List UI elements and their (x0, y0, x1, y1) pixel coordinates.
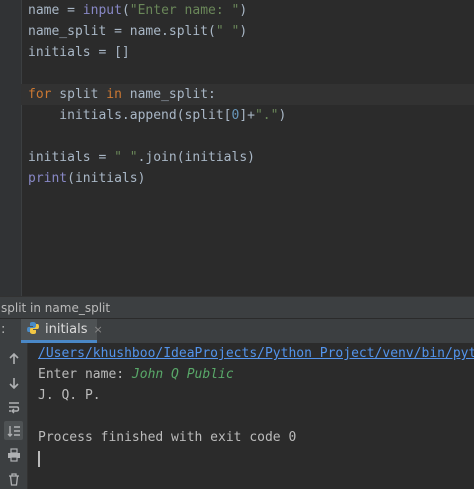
console-exit-message: Process finished with exit code 0 (38, 430, 297, 445)
run-label: : (1, 322, 6, 337)
code-keyword: in (106, 87, 122, 102)
code-builtin: input (82, 3, 122, 18)
console-output[interactable]: /Users/khushboo/IdeaProjects/Python Proj… (28, 343, 474, 489)
breadcrumb-item[interactable]: split in name_split (0, 301, 110, 315)
text-caret (38, 450, 40, 467)
breadcrumb[interactable]: split in name_split (0, 296, 474, 319)
code-line: name_split = name.split(" ") (28, 21, 474, 42)
console-user-input: John Q Public (131, 367, 234, 382)
code-line-current: for split in name_split: (21, 84, 474, 105)
python-icon (26, 320, 40, 339)
run-tool-window-header: : initials × (0, 318, 474, 344)
code-builtin: print (28, 171, 68, 186)
console-prompt: Enter name: (38, 367, 132, 382)
run-tab-label: initials (45, 322, 88, 337)
close-icon[interactable]: × (94, 323, 103, 336)
code-editor[interactable]: name = input("Enter name: ") name_split … (0, 0, 474, 296)
console-line-empty (38, 406, 474, 427)
code-line: name = input("Enter name: ") (28, 0, 474, 21)
down-arrow-icon[interactable] (4, 373, 23, 392)
code-string: "." (254, 108, 279, 123)
scroll-to-end-icon[interactable] (4, 421, 23, 440)
code-string: "Enter name: " (129, 3, 240, 18)
print-icon[interactable] (4, 445, 23, 464)
code-text: initials = [] (28, 45, 130, 60)
code-text: ) (278, 108, 287, 123)
code-text: ]+ (239, 108, 255, 123)
code-text: name_split = name.split( (28, 24, 216, 39)
console-line: /Users/khushboo/IdeaProjects/Python Proj… (38, 343, 474, 364)
code-line: initials = [] (28, 42, 474, 63)
code-keyword: for (28, 87, 52, 102)
run-tab-initials[interactable]: initials × (21, 319, 103, 343)
code-text: initials.append(split[ (28, 108, 232, 123)
code-string: " " (215, 24, 240, 39)
console-line: Process finished with exit code 0 (38, 427, 474, 448)
code-text: ) (239, 3, 248, 18)
console-line: Enter name: John Q Public (38, 364, 474, 385)
code-text: ( (121, 3, 130, 18)
code-line: print(initials) (28, 168, 474, 189)
code-text: .join(initials) (137, 150, 255, 165)
editor-gutter (0, 0, 22, 296)
interpreter-path-link[interactable]: /Users/khushboo/IdeaProjects/Python Proj… (38, 346, 474, 361)
up-arrow-icon[interactable] (4, 349, 23, 368)
code-text: name = (28, 3, 83, 18)
code-text: (initials) (67, 171, 146, 186)
console-line: J. Q. P. (38, 385, 474, 406)
code-line: initials = " ".join(initials) (28, 147, 474, 168)
console-input-line[interactable] (38, 448, 474, 469)
code-area[interactable]: name = input("Enter name: ") name_split … (21, 0, 474, 189)
trash-icon[interactable] (4, 469, 23, 488)
code-text: initials = (28, 150, 115, 165)
code-line: initials.append(split[0]+".") (28, 105, 474, 126)
run-toolbar (0, 343, 28, 489)
code-string: " " (114, 150, 138, 165)
soft-wrap-icon[interactable] (4, 397, 23, 416)
code-text: name_split: (121, 87, 216, 102)
code-text: split (51, 87, 107, 102)
console-program-output: J. Q. P. (38, 388, 101, 403)
code-text: ) (239, 24, 248, 39)
